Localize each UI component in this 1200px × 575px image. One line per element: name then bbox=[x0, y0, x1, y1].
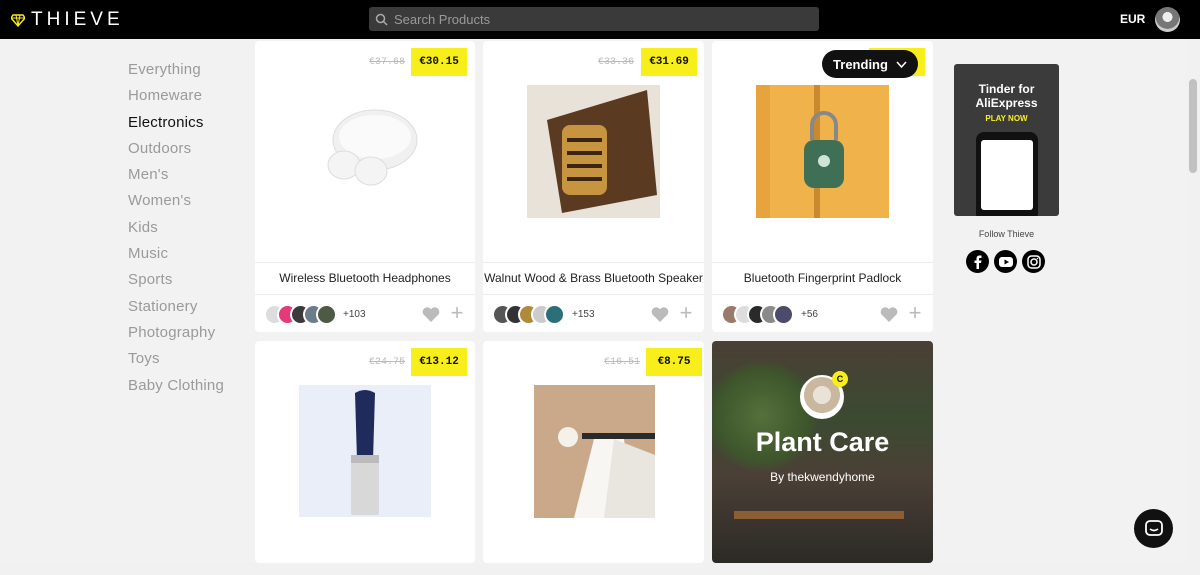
sort-label: Trending bbox=[833, 56, 888, 72]
instagram-icon[interactable] bbox=[1022, 250, 1045, 273]
category-mens[interactable]: Men's bbox=[128, 163, 224, 189]
category-music[interactable]: Music bbox=[128, 242, 224, 268]
product-footer: +153 + bbox=[483, 301, 704, 331]
top-bar: THIEVE EUR bbox=[0, 0, 1200, 39]
ad-title-line: AliExpress bbox=[975, 96, 1038, 110]
category-photography[interactable]: Photography bbox=[128, 321, 224, 347]
liker-avatars[interactable] bbox=[492, 304, 565, 325]
avatar bbox=[773, 304, 794, 325]
user-avatar[interactable] bbox=[1155, 7, 1180, 32]
search-icon bbox=[375, 13, 388, 26]
category-toys[interactable]: Toys bbox=[128, 347, 224, 373]
product-title[interactable]: Wireless Bluetooth Headphones bbox=[255, 262, 475, 295]
chat-button[interactable] bbox=[1134, 509, 1173, 548]
liker-avatars[interactable] bbox=[721, 304, 794, 325]
sale-price: €31.69 bbox=[641, 48, 697, 76]
add-button[interactable]: + bbox=[448, 302, 466, 324]
sale-price: €13.12 bbox=[411, 348, 467, 376]
scrollbar-thumb[interactable] bbox=[1189, 79, 1197, 173]
collection-author[interactable]: By thekwendyhome bbox=[712, 470, 933, 484]
heart-icon[interactable] bbox=[651, 306, 669, 323]
sale-price: €30.15 bbox=[411, 48, 467, 76]
old-price: €33.36 bbox=[598, 57, 635, 68]
product-image[interactable] bbox=[527, 85, 660, 218]
old-price: €24.75 bbox=[369, 357, 406, 368]
phone-screen bbox=[981, 140, 1033, 210]
product-image[interactable] bbox=[299, 385, 431, 517]
product-card[interactable]: €16.51 €8.75 bbox=[483, 341, 704, 563]
product-title[interactable]: Bluetooth Fingerprint Padlock bbox=[712, 262, 933, 295]
ad-banner[interactable]: Tinder for AliExpress PLAY NOW bbox=[954, 64, 1059, 216]
search-bar[interactable] bbox=[369, 7, 819, 31]
chevron-down-icon bbox=[896, 60, 907, 68]
category-everything[interactable]: Everything bbox=[128, 58, 224, 84]
product-card[interactable]: €37.68 €30.15 Wireless Bluetooth Headpho… bbox=[255, 41, 475, 332]
category-womens[interactable]: Women's bbox=[128, 189, 224, 215]
category-sports[interactable]: Sports bbox=[128, 268, 224, 294]
chat-icon bbox=[1144, 519, 1163, 536]
old-price: €16.51 bbox=[604, 357, 641, 368]
facebook-icon[interactable] bbox=[966, 250, 989, 273]
social-links bbox=[966, 250, 1045, 273]
follow-label: Follow Thieve bbox=[978, 229, 1035, 239]
product-card[interactable]: €24.75 €13.12 bbox=[255, 341, 475, 563]
category-electronics[interactable]: Electronics bbox=[128, 111, 224, 137]
category-homeware[interactable]: Homeware bbox=[128, 84, 224, 110]
collection-background bbox=[734, 511, 904, 519]
horizontal-scrollbar[interactable] bbox=[0, 563, 1186, 575]
vertical-scrollbar[interactable] bbox=[1186, 39, 1200, 575]
likes-count: +153 bbox=[572, 309, 595, 320]
avatar bbox=[544, 304, 565, 325]
category-outdoors[interactable]: Outdoors bbox=[128, 137, 224, 163]
product-footer: +56 + bbox=[712, 301, 933, 331]
ad-cta[interactable]: PLAY NOW bbox=[954, 114, 1059, 123]
ad-title-line: Tinder for bbox=[978, 82, 1035, 96]
search-input[interactable] bbox=[394, 11, 814, 27]
product-footer: +103 + bbox=[255, 301, 475, 331]
old-price: €37.68 bbox=[369, 57, 406, 68]
sort-dropdown[interactable]: Trending bbox=[822, 50, 918, 78]
avatar bbox=[316, 304, 337, 325]
product-title[interactable]: Walnut Wood & Brass Bluetooth Speaker bbox=[483, 262, 704, 295]
heart-icon[interactable] bbox=[422, 306, 440, 323]
collection-card[interactable]: C Plant Care By thekwendyhome bbox=[712, 341, 933, 563]
phone-illustration bbox=[976, 132, 1038, 216]
sale-price: €8.75 bbox=[646, 348, 702, 376]
heart-icon[interactable] bbox=[880, 306, 898, 323]
product-image[interactable] bbox=[299, 85, 431, 217]
product-image[interactable] bbox=[534, 385, 655, 518]
product-image[interactable] bbox=[756, 85, 889, 218]
product-card[interactable]: Bluetooth Fingerprint Padlock +56 + bbox=[712, 41, 933, 332]
category-kids[interactable]: Kids bbox=[128, 216, 224, 242]
collection-title: Plant Care bbox=[755, 427, 890, 457]
diamond-logo-icon bbox=[11, 14, 25, 27]
category-sidebar: Everything Homeware Electronics Outdoors… bbox=[128, 58, 224, 400]
logo[interactable]: THIEVE bbox=[11, 9, 124, 31]
product-card[interactable]: €33.36 €31.69 Walnut Wood & Brass Blueto… bbox=[483, 41, 704, 332]
logo-text: THIEVE bbox=[31, 9, 124, 30]
add-button[interactable]: + bbox=[906, 302, 924, 324]
category-stationery[interactable]: Stationery bbox=[128, 295, 224, 321]
youtube-icon[interactable] bbox=[994, 250, 1017, 273]
ad-title: Tinder for AliExpress bbox=[954, 82, 1059, 110]
likes-count: +103 bbox=[343, 309, 366, 320]
currency-selector[interactable]: EUR bbox=[1120, 12, 1145, 26]
category-baby-clothing[interactable]: Baby Clothing bbox=[128, 374, 224, 400]
curator-badge: C bbox=[832, 371, 848, 387]
likes-count: +56 bbox=[801, 309, 818, 320]
add-button[interactable]: + bbox=[677, 302, 695, 324]
liker-avatars[interactable] bbox=[264, 304, 337, 325]
